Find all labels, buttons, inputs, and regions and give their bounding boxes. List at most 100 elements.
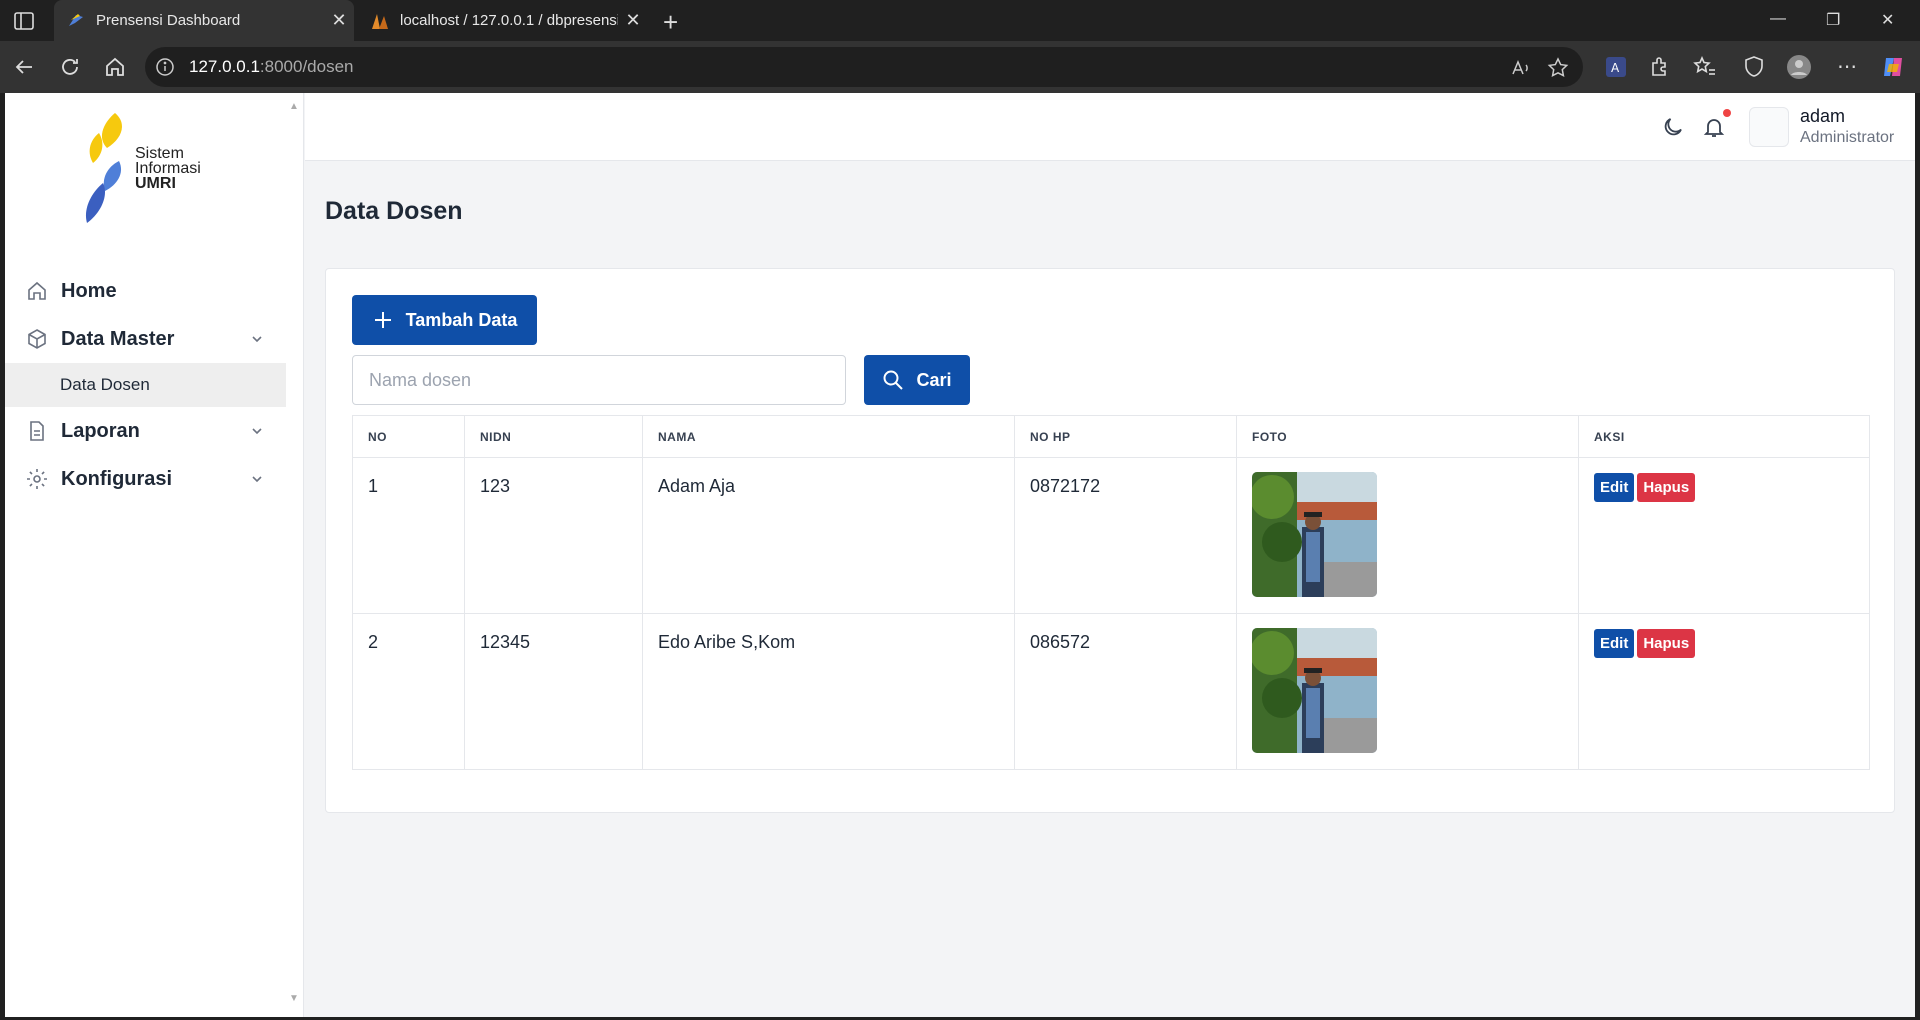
logo-text-line3: UMRI	[135, 175, 176, 192]
column-header-nohp: NO HP	[1014, 415, 1237, 458]
sidebar-item-label: Konfigurasi	[61, 467, 173, 490]
cube-icon	[28, 329, 46, 349]
close-tab-icon[interactable]: ✕	[618, 10, 648, 31]
close-tab-icon[interactable]: ✕	[324, 10, 354, 31]
cell-no: 1	[352, 457, 465, 614]
home-nav-icon[interactable]	[103, 55, 127, 79]
back-icon[interactable]	[12, 55, 36, 79]
sidebar-item-label: Home	[61, 279, 117, 302]
search-label: Cari	[916, 369, 952, 390]
svg-text:A: A	[1611, 61, 1620, 75]
topbar: adam Administrator	[305, 93, 1915, 161]
more-menu-icon[interactable]: ⋯	[1834, 54, 1860, 80]
url-path: :8000/dosen	[259, 57, 354, 76]
sidebar-item-label: Data Master	[61, 327, 175, 350]
favicon-icon	[69, 13, 83, 26]
app-container: ▲ Sistem Informasi UMRI Home Data Master…	[5, 93, 1915, 1017]
restore-icon[interactable]: ❐	[1826, 10, 1840, 30]
translate-icon[interactable]: A	[1603, 54, 1629, 80]
scroll-down-arrow-icon[interactable]: ▼	[289, 993, 299, 1004]
delete-button[interactable]: Hapus	[1637, 473, 1696, 502]
address-bar[interactable]: 127.0.0.1:8000/dosen	[145, 47, 1583, 87]
sidebar-item-data-master[interactable]: Data Master	[25, 319, 285, 359]
sidebar-subitem-data-dosen[interactable]: Data Dosen	[5, 363, 286, 407]
favorites-icon[interactable]	[1692, 54, 1718, 80]
data-card: Tambah Data Cari NO NIDN NAMA NO HP FOTO…	[325, 268, 1895, 813]
cell-nidn: 123	[464, 457, 643, 614]
delete-button[interactable]: Hapus	[1637, 629, 1696, 658]
shield-icon[interactable]	[1741, 54, 1767, 80]
column-header-foto: FOTO	[1236, 415, 1579, 458]
dosen-table: NO NIDN NAMA NO HP FOTO AKSI 1 123 Adam …	[352, 415, 1870, 770]
copilot-icon[interactable]	[1880, 54, 1906, 80]
reload-icon[interactable]	[58, 55, 82, 79]
home-icon	[28, 281, 46, 300]
window-close-icon[interactable]: ✕	[1881, 10, 1894, 30]
table-header-row: NO NIDN NAMA NO HP FOTO AKSI	[352, 415, 1870, 458]
tab-title: localhost / 127.0.0.1 / dbpresensi	[400, 12, 618, 29]
cell-foto	[1236, 613, 1579, 770]
gear-icon	[27, 469, 47, 489]
page-title: Data Dosen	[325, 197, 463, 225]
user-name[interactable]: adam	[1800, 106, 1845, 127]
scroll-up-arrow-icon[interactable]: ▲	[289, 101, 299, 112]
table-row: 1 123 Adam Aja 0872172 Edit Hapus	[352, 457, 1870, 614]
chevron-down-icon	[252, 336, 262, 343]
edit-button[interactable]: Edit	[1594, 629, 1635, 658]
browser-tabbar: Prensensi Dashboard ✕ localhost / 127.0.…	[0, 0, 1920, 41]
moon-icon[interactable]	[1661, 115, 1685, 139]
cell-nidn: 12345	[464, 613, 643, 770]
tab-phpmyadmin[interactable]: localhost / 127.0.0.1 / dbpresensi ✕	[358, 0, 648, 41]
search-input[interactable]	[352, 355, 846, 405]
search-button[interactable]: Cari	[864, 355, 970, 405]
avatar[interactable]	[1749, 107, 1789, 147]
document-icon	[30, 421, 44, 441]
phpmyadmin-icon	[372, 13, 388, 29]
table-row: 2 12345 Edo Aribe S,Kom 086572 Edit Hapu…	[352, 613, 1870, 770]
sidebar-item-label: Laporan	[61, 419, 140, 442]
chevron-down-icon	[252, 428, 262, 435]
cell-nama: Adam Aja	[642, 457, 1015, 614]
cell-foto	[1236, 457, 1579, 614]
profile-icon[interactable]	[1786, 54, 1812, 80]
notification-dot	[1723, 109, 1731, 117]
cell-no: 2	[352, 613, 465, 770]
cell-nohp: 0872172	[1014, 457, 1237, 614]
extensions-icon[interactable]	[1647, 54, 1673, 80]
cell-nama: Edo Aribe S,Kom	[642, 613, 1015, 770]
dosen-photo	[1252, 628, 1377, 753]
bell-icon[interactable]	[1702, 115, 1726, 139]
search-icon	[883, 370, 904, 390]
cell-nohp: 086572	[1014, 613, 1237, 770]
browser-toolbar: 127.0.0.1:8000/dosen A ⋯	[0, 41, 1920, 93]
column-header-nama: NAMA	[642, 415, 1015, 458]
minimize-icon[interactable]: —	[1770, 10, 1786, 28]
column-header-no: NO	[352, 415, 465, 458]
chevron-down-icon	[252, 476, 262, 483]
url-host: 127.0.0.1	[189, 57, 260, 76]
sidebar-toggle-icon[interactable]	[12, 9, 36, 33]
read-aloud-icon[interactable]	[1510, 57, 1532, 79]
info-icon[interactable]	[155, 57, 175, 77]
new-tab-icon[interactable]: +	[663, 7, 678, 38]
logo-mark-icon	[85, 113, 122, 223]
cell-aksi: Edit Hapus	[1578, 457, 1870, 614]
sidebar-item-konfigurasi[interactable]: Konfigurasi	[25, 459, 285, 499]
logo: Sistem Informasi UMRI	[85, 113, 225, 228]
sidebar: ▲ Sistem Informasi UMRI Home Data Master…	[5, 93, 304, 1017]
edit-button[interactable]: Edit	[1594, 473, 1635, 502]
column-header-nidn: NIDN	[464, 415, 643, 458]
sidebar-item-home[interactable]: Home	[25, 271, 285, 311]
plus-icon	[374, 312, 391, 328]
sidebar-subitem-label: Data Dosen	[60, 375, 150, 394]
dosen-photo	[1252, 472, 1377, 597]
user-role: Administrator	[1800, 129, 1895, 146]
sidebar-item-laporan[interactable]: Laporan	[25, 411, 285, 451]
tab-title: Prensensi Dashboard	[96, 12, 241, 29]
tab-prensensi-dashboard[interactable]: Prensensi Dashboard ✕	[54, 0, 354, 41]
column-header-aksi: AKSI	[1578, 415, 1870, 458]
favorite-star-icon[interactable]	[1547, 57, 1569, 79]
cell-aksi: Edit Hapus	[1578, 613, 1870, 770]
add-data-label: Tambah Data	[405, 309, 518, 330]
add-data-button[interactable]: Tambah Data	[352, 295, 537, 345]
